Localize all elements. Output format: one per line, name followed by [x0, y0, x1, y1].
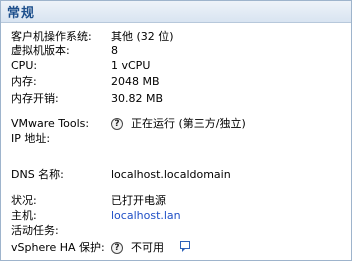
dns-name-label: DNS 名称:: [11, 168, 64, 181]
help-icon[interactable]: ?: [111, 118, 123, 130]
comment-icon[interactable]: [180, 241, 190, 252]
vsphere-ha-value-group: ? 不可用: [111, 241, 190, 255]
vsphere-ha-value: 不可用: [131, 241, 164, 254]
state-label: 状况:: [11, 194, 37, 207]
panel-title: 常规: [7, 6, 36, 21]
memory-overhead-label: 内存开销:: [11, 92, 59, 105]
vmware-tools-value-group: ? 正在运行 (第三方/独立): [111, 117, 246, 131]
general-panel: 常规 客户机操作系统: 其他 (32 位) 虚拟机版本: 8 CPU: 1 vC…: [0, 0, 352, 261]
guest-os-label: 客户机操作系统:: [11, 30, 92, 43]
memory-overhead-value: 30.82 MB: [111, 92, 164, 105]
cpu-value: 1 vCPU: [111, 59, 151, 72]
dns-name-value: localhost.localdomain: [111, 168, 231, 181]
ip-address-label: IP 地址:: [11, 132, 51, 145]
vmware-tools-value: 正在运行 (第三方/独立): [131, 117, 246, 130]
active-tasks-label: 活动任务:: [11, 224, 59, 237]
panel-header: 常规: [1, 1, 351, 23]
help-icon[interactable]: ?: [111, 242, 123, 254]
host-label: 主机:: [11, 209, 37, 222]
guest-os-value: 其他 (32 位): [111, 30, 174, 43]
vmware-tools-label: VMware Tools:: [11, 117, 90, 130]
vm-version-label: 虚拟机版本:: [11, 44, 70, 57]
host-link[interactable]: localhost.lan: [111, 209, 181, 223]
vsphere-ha-label: vSphere HA 保护:: [11, 241, 105, 254]
memory-value: 2048 MB: [111, 75, 160, 88]
memory-label: 内存:: [11, 75, 37, 88]
cpu-label: CPU:: [11, 59, 38, 72]
state-value: 已打开电源: [111, 194, 166, 207]
vm-version-value: 8: [111, 44, 118, 57]
